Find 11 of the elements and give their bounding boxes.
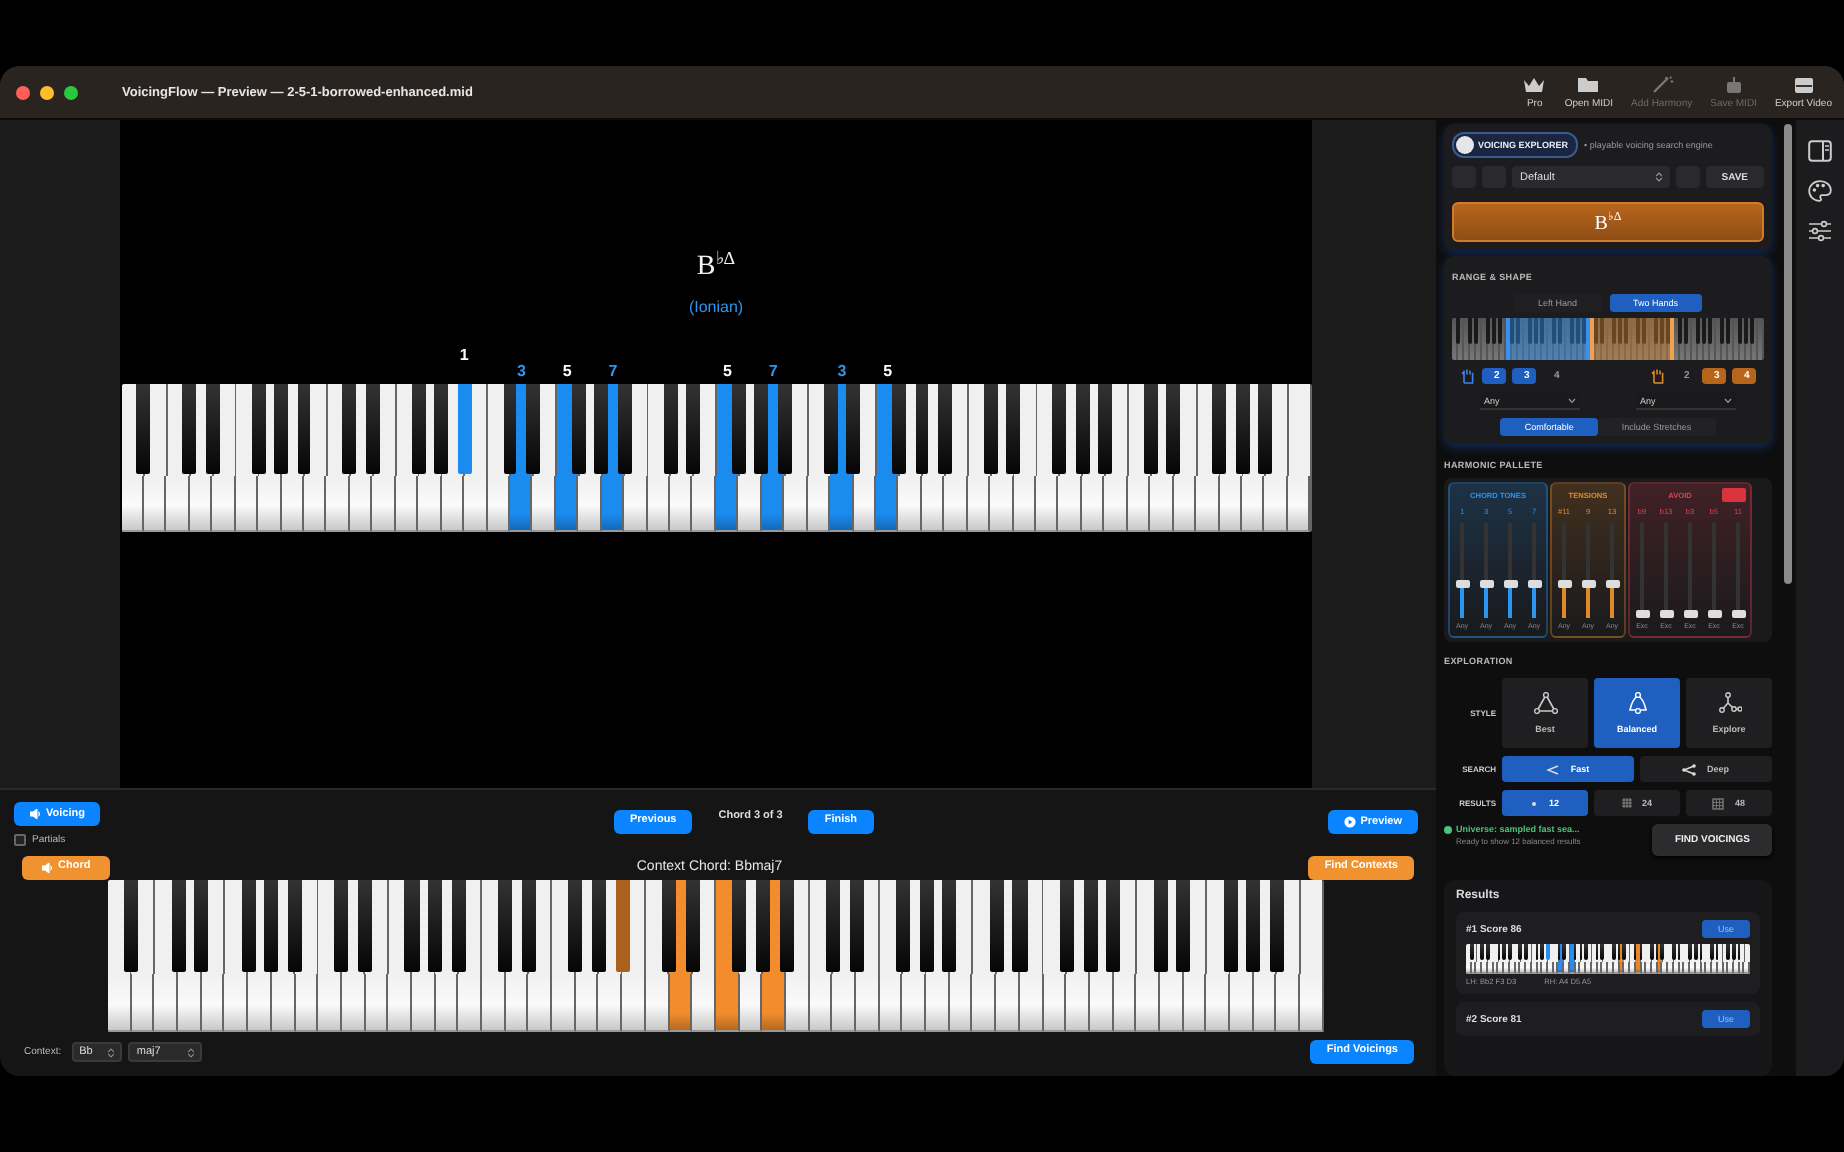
chord-symbol: B$^{♭Δ}$: [696, 248, 736, 284]
interval-label: 7: [608, 362, 618, 380]
interval-label: 3: [517, 362, 526, 380]
interval-label: 3: [837, 362, 847, 380]
interval-label: 5: [883, 362, 893, 380]
mode-label: (Ionian): [688, 298, 744, 316]
interval-label: 1: [459, 346, 469, 364]
chord-button[interactable]: B$^{♭Δ}$: [1452, 202, 1764, 242]
interval-label: 7: [768, 362, 778, 380]
interval-label: 5: [562, 362, 572, 380]
interval-label: 5: [723, 362, 732, 380]
